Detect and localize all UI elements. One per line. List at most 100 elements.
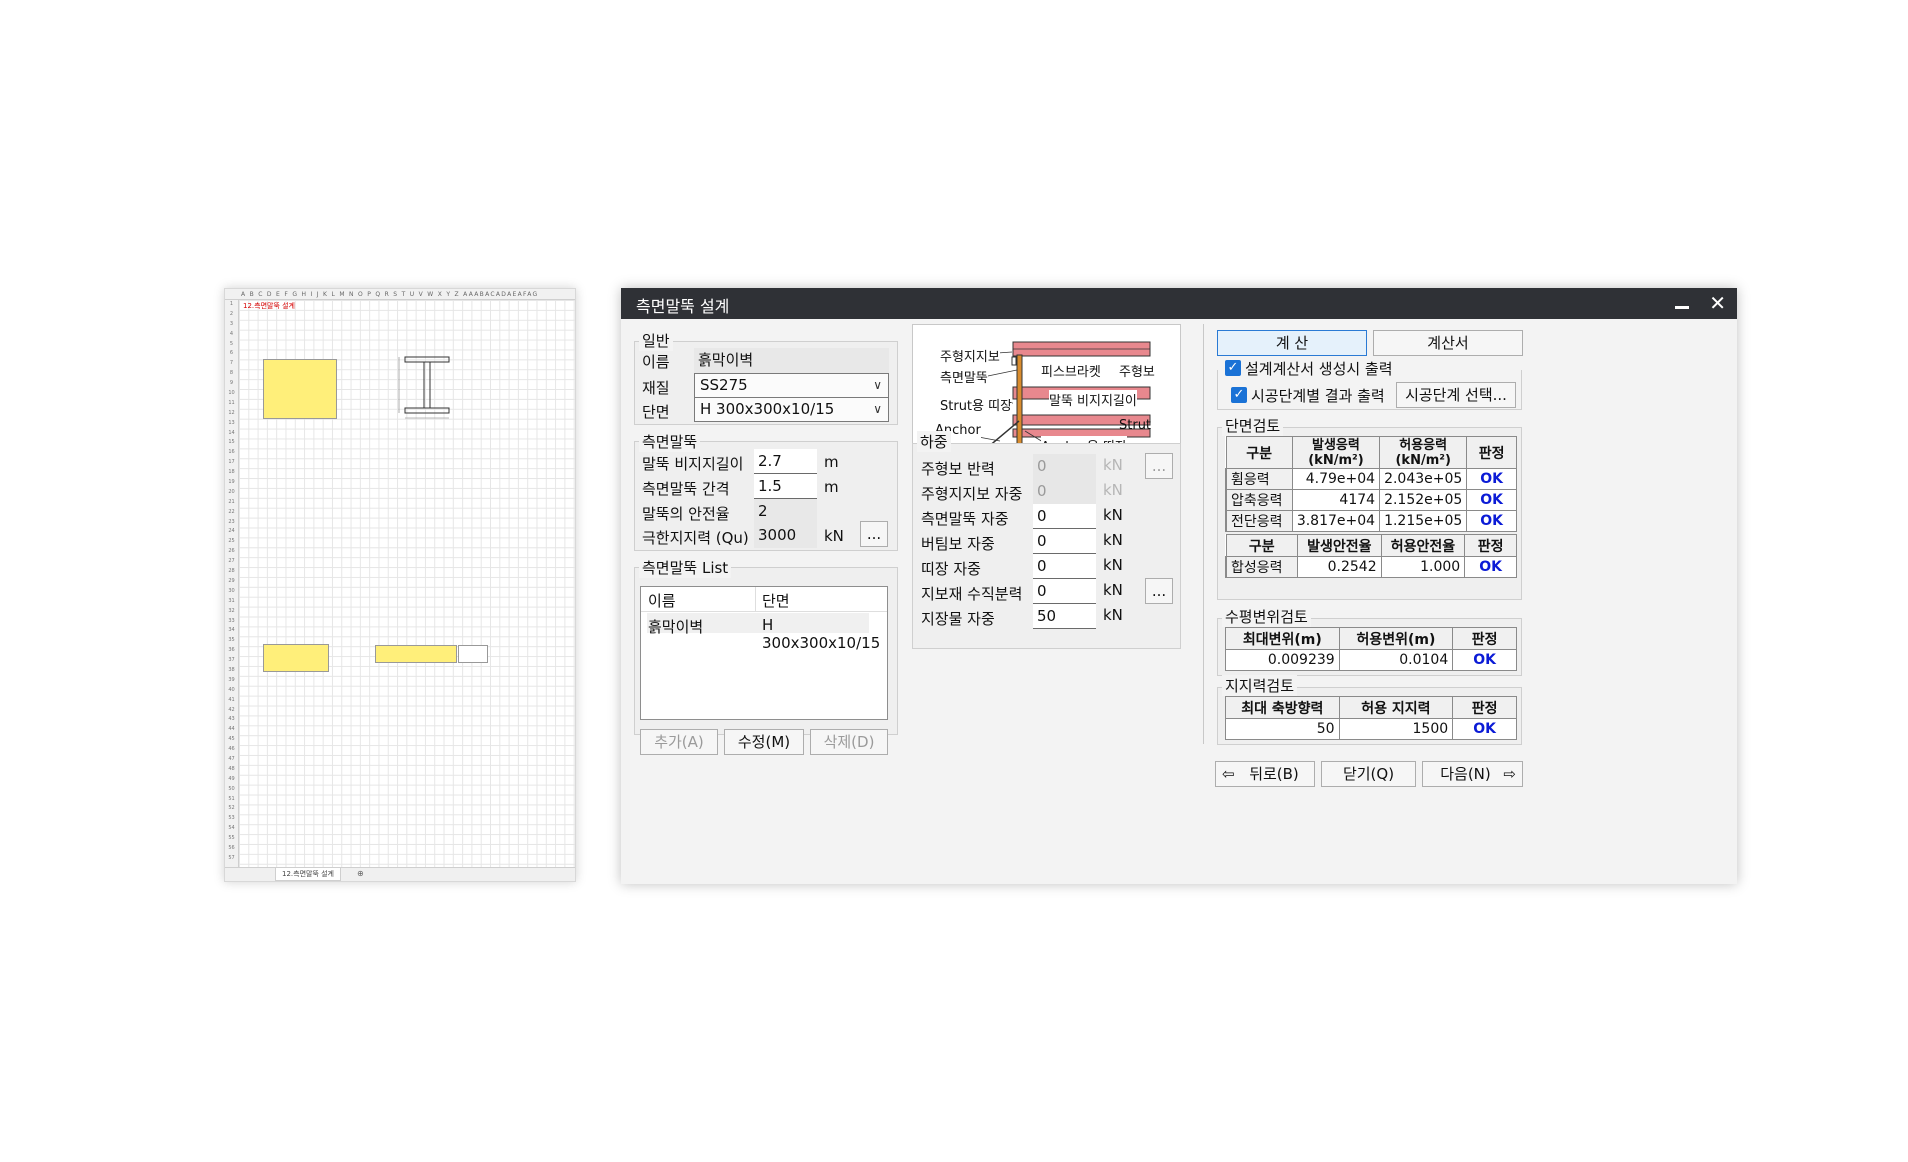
delete-button[interactable]: 삭제(D) — [810, 729, 888, 755]
result-value: OK — [1466, 468, 1517, 490]
load-input[interactable]: 0 — [1033, 529, 1096, 554]
spreadsheet-preview: A B C D E F G H I J K L M N O P Q R S T … — [224, 288, 576, 882]
row-name: 합성응력 — [1224, 556, 1298, 578]
load-unit: kN — [1103, 506, 1123, 524]
col-header: 최대변위(m) — [1225, 627, 1340, 650]
stage-checkbox[interactable]: ✓ — [1231, 387, 1247, 403]
sheet-row-number: 56 — [228, 844, 235, 851]
load-label: 지장물 자중 — [921, 610, 995, 628]
sheet-row-number: 20 — [228, 488, 235, 495]
load-label: 주형지지보 자중 — [921, 485, 1023, 503]
load-label: 지보재 수직분력 — [921, 585, 1023, 603]
material-select[interactable]: SS275 ∨ — [694, 373, 889, 398]
close-icon[interactable]: ✕ — [1709, 291, 1726, 315]
sheet-row-number: 50 — [228, 785, 235, 792]
load-input[interactable]: 0 — [1033, 579, 1096, 604]
back-button[interactable]: ⇦ 뒤로(B) — [1215, 761, 1315, 787]
back-label: 뒤로(B) — [1249, 765, 1299, 783]
next-label: 다음(N) — [1440, 765, 1491, 783]
col-header: 최대 축방향력 — [1225, 696, 1340, 719]
diagram-label-strut: Strut — [1119, 418, 1152, 433]
sheet-row-number: 34 — [228, 627, 235, 634]
sheet-row-number: 27 — [228, 558, 235, 565]
section-select[interactable]: H 300x300x10/15 ∨ — [694, 397, 889, 422]
name-field[interactable]: 흙막이벽 — [694, 348, 889, 373]
spacing-input[interactable]: 1.5 — [754, 474, 817, 499]
col-header: 구분 — [1225, 436, 1293, 469]
capacity-more-button[interactable]: ... — [860, 521, 888, 547]
next-button[interactable]: 다음(N) ⇨ — [1422, 761, 1523, 787]
add-sheet-icon[interactable]: ⊕ — [357, 869, 364, 878]
sheet-row-number: 23 — [228, 518, 235, 525]
load-input[interactable]: 0 — [1033, 454, 1096, 479]
material-value: SS275 — [700, 376, 748, 394]
add-button[interactable]: 추가(A) — [640, 729, 718, 755]
sheet-row-number: 7 — [229, 360, 234, 367]
load-unit: kN — [1103, 481, 1123, 499]
bearing-table: 최대 축방향력 허용 지지력 판정 50 1500 OK — [1225, 696, 1517, 740]
row-name: 전단응력 — [1224, 510, 1293, 532]
column-divider — [1203, 324, 1204, 744]
stage-select-button[interactable]: 시공단계 선택... — [1396, 382, 1516, 408]
diagram-label-main-beam: 주형지지보 — [940, 346, 1000, 365]
sheet-value-box — [458, 645, 488, 663]
section-label: 단면 — [642, 403, 670, 421]
result-value: OK — [1452, 718, 1517, 740]
sheet-row-number: 9 — [229, 380, 234, 387]
length-label: 말뚝 비지지길이 — [642, 455, 744, 473]
sheet-row-number: 38 — [228, 666, 235, 673]
sheet-row-number: 55 — [228, 835, 235, 842]
sheet-note-box — [375, 645, 457, 663]
displacement-title: 수평변위검토 — [1222, 606, 1311, 627]
capacity-field[interactable]: 3000 — [754, 523, 817, 548]
load-more-button[interactable]: ... — [1145, 578, 1173, 604]
sheet-row-number: 14 — [228, 429, 235, 436]
general-group-title: 일반 — [639, 330, 673, 351]
row-name: 압축응력 — [1224, 489, 1293, 511]
list-col-section: 단면 — [762, 592, 790, 610]
sheet-row-number: 6 — [229, 350, 234, 357]
occur-value: 4.79e+04 — [1291, 468, 1381, 490]
load-input[interactable]: 0 — [1033, 504, 1096, 529]
sheet-row-number: 17 — [228, 459, 235, 466]
pile-list[interactable]: 이름 단면 흙막이벽 H 300x300x10/15 — [640, 586, 888, 720]
length-unit: m — [824, 453, 839, 471]
sheet-row-number: 5 — [229, 340, 234, 347]
col-header: 판정 — [1452, 627, 1517, 650]
safety-factor-field[interactable]: 2 — [754, 499, 817, 524]
col-header: 구분 — [1225, 534, 1298, 557]
load-input[interactable]: 0 — [1033, 554, 1096, 579]
sheet-row-number: 52 — [228, 805, 235, 812]
diagram-label-strut-wale: Strut용 띠장 — [940, 395, 1013, 414]
pile-group-title: 측면말뚝 — [639, 431, 701, 452]
displacement-table: 최대변위(m) 허용변위(m) 판정 0.009239 0.0104 OK — [1225, 627, 1517, 671]
sheet-row-number: 49 — [228, 775, 235, 782]
sheet-row-number: 39 — [228, 676, 235, 683]
list-item[interactable]: 흙막이벽 H 300x300x10/15 — [647, 613, 880, 652]
list-col-name: 이름 — [648, 592, 676, 610]
sheet-row-number: 24 — [228, 528, 235, 535]
sheet-row-number: 15 — [228, 439, 235, 446]
sheet-tab-bar: 12.측면말뚝 설계 ⊕ — [225, 867, 575, 881]
sheet-row-number: 45 — [228, 736, 235, 743]
report-button[interactable]: 계산서 — [1373, 330, 1523, 356]
sheet-tab[interactable]: 12.측면말뚝 설계 — [275, 868, 341, 881]
sheet-row-number: 48 — [228, 765, 235, 772]
calculate-button[interactable]: 계 산 — [1217, 330, 1367, 356]
name-label: 이름 — [642, 353, 670, 371]
allow-bearing-value: 1500 — [1338, 718, 1454, 740]
load-more-button[interactable]: ... — [1145, 453, 1173, 479]
load-input[interactable]: 50 — [1033, 604, 1096, 629]
load-input[interactable]: 0 — [1033, 479, 1096, 504]
edit-button[interactable]: 수정(M) — [724, 729, 804, 755]
sheet-row-number: 4 — [229, 330, 234, 337]
minimize-icon[interactable] — [1675, 295, 1689, 311]
length-input[interactable]: 2.7 — [754, 449, 817, 474]
max-disp-value: 0.009239 — [1225, 649, 1340, 671]
ibeam-section-icon — [398, 356, 450, 419]
result-value: OK — [1466, 489, 1517, 511]
sheet-row-header: 1 2 3 4 5 6 7 8 9 10 11 12 13 14 15 16 17 18 19 20 21 22 23 24 2… — [225, 300, 239, 867]
close-button[interactable]: 닫기(Q) — [1321, 761, 1416, 787]
side-pile-design-dialog: 측면말뚝 설계 ✕ 일반 이름 흙막이벽 재질 SS275 ∨ 단면 H 300… — [621, 288, 1737, 884]
allow-value: 1.000 — [1380, 556, 1466, 578]
